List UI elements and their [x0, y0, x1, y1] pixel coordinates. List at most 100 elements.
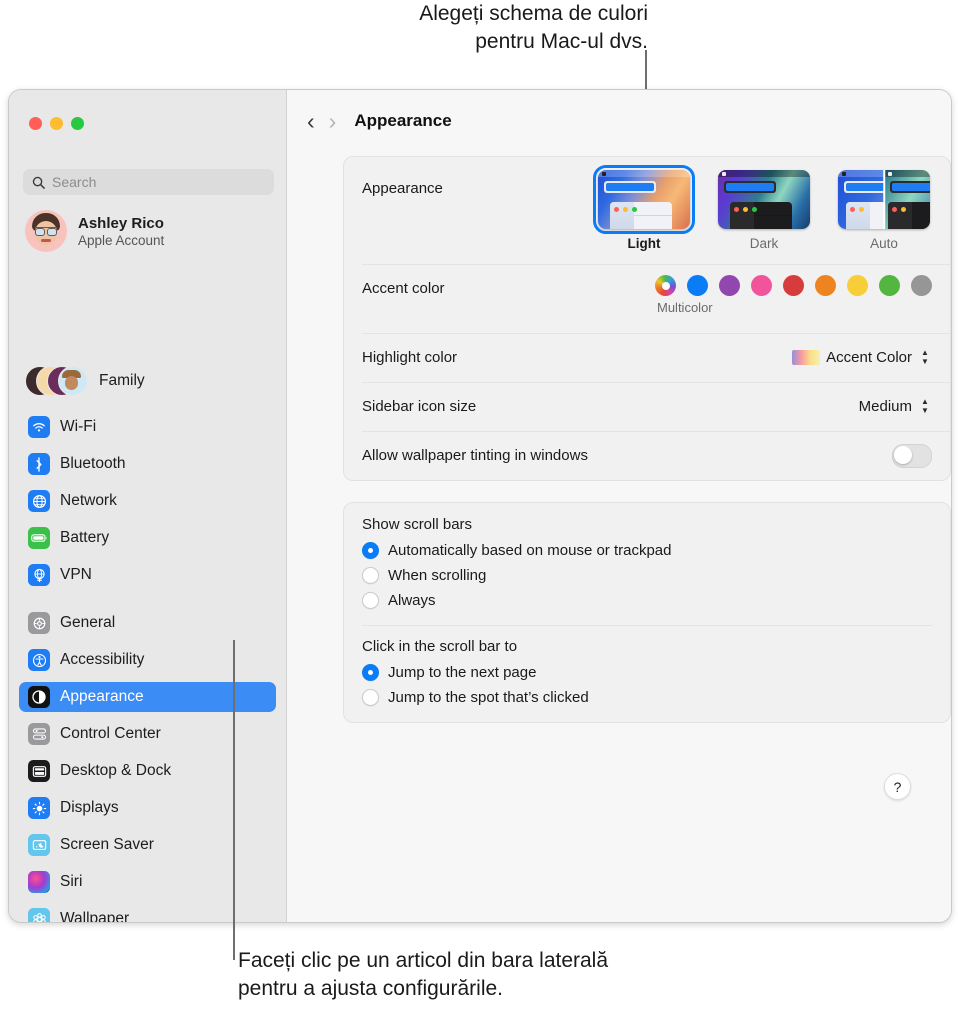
brightness-icon: [28, 797, 50, 819]
wallpaper-tinting-label: Allow wallpaper tinting in windows: [362, 447, 892, 464]
chevron-left-icon[interactable]: ‹: [307, 110, 315, 133]
radio-button: [362, 689, 379, 706]
radio-click-jump-to-spot[interactable]: Jump to the spot that’s clicked: [362, 685, 932, 710]
appearance-option-auto[interactable]: Auto: [836, 170, 932, 251]
sidebar-item-label: Accessibility: [60, 651, 144, 669]
radio-label: When scrolling: [388, 567, 486, 584]
sidebar-item-label: Bluetooth: [60, 455, 126, 473]
network-globe-icon: [28, 490, 50, 512]
sidebar-icon-size-row: Sidebar icon size Medium ▲▼: [344, 382, 950, 431]
sidebar-item-label: Displays: [60, 799, 119, 817]
highlight-color-swatch: [792, 350, 820, 365]
sidebar-item-wifi[interactable]: Wi-Fi: [19, 412, 276, 442]
sidebar-item-label: Battery: [60, 529, 109, 547]
sidebar-item-appearance[interactable]: Appearance: [19, 682, 276, 712]
show-scroll-bars-title: Show scroll bars: [362, 516, 932, 533]
sidebar-item-label: Wi-Fi: [60, 418, 96, 436]
search-input[interactable]: Search: [23, 169, 274, 195]
radio-click-jump-next-page[interactable]: Jump to the next page: [362, 660, 932, 685]
accent-swatch-multicolor[interactable]: [655, 275, 676, 296]
sidebar-item-desktop-dock[interactable]: Desktop & Dock: [19, 756, 276, 786]
gear-icon: [28, 612, 50, 634]
wifi-icon: [28, 416, 50, 438]
sidebar-item-label: Screen Saver: [60, 836, 154, 854]
sidebar-item-apple-account[interactable]: Ashley Rico Apple Account: [25, 210, 270, 252]
sidebar-item-screen-saver[interactable]: Screen Saver: [19, 830, 276, 860]
light-theme-thumbnail: [598, 170, 690, 229]
bluetooth-icon: [28, 453, 50, 475]
accent-swatch-orange[interactable]: [815, 275, 836, 296]
accent-color-label: Accent color: [362, 275, 655, 297]
sidebar-item-displays[interactable]: Displays: [19, 793, 276, 823]
avatar: [25, 210, 67, 252]
control-center-icon: [28, 723, 50, 745]
sidebar-item-accessibility[interactable]: Accessibility: [19, 645, 276, 675]
zoom-button[interactable]: [71, 117, 84, 130]
appearance-option-label: Light: [628, 236, 661, 251]
radio-label: Jump to the next page: [388, 664, 536, 681]
radio-show-scrollbars-automatic[interactable]: Automatically based on mouse or trackpad: [362, 538, 932, 563]
auto-theme-thumbnail: [838, 170, 930, 229]
wallpaper-tinting-row: Allow wallpaper tinting in windows: [344, 431, 950, 480]
accent-swatch-blue[interactable]: [687, 275, 708, 296]
family-avatars: [25, 366, 87, 396]
sidebar-item-label: General: [60, 614, 115, 632]
callout-bottom-leader-line: [233, 640, 235, 960]
accent-color-selected-label: Multicolor: [655, 300, 713, 315]
appearance-option-label: Auto: [870, 236, 898, 251]
account-subtitle: Apple Account: [78, 233, 164, 248]
close-button[interactable]: [29, 117, 42, 130]
accent-swatch-pink[interactable]: [751, 275, 772, 296]
dark-theme-thumbnail: [718, 170, 810, 229]
highlight-color-select[interactable]: Accent Color ▲▼: [792, 347, 932, 369]
sidebar-item-bluetooth[interactable]: Bluetooth: [19, 449, 276, 479]
sidebar-item-family[interactable]: Family: [25, 366, 145, 396]
radio-button: [362, 664, 379, 681]
sidebar-item-vpn[interactable]: VPN: [19, 560, 276, 590]
chevron-right-icon[interactable]: ›: [329, 110, 337, 133]
accent-color-swatches: [655, 275, 932, 296]
appearance-options: Light Dark: [596, 170, 932, 251]
accent-swatch-red[interactable]: [783, 275, 804, 296]
wallpaper-tinting-toggle[interactable]: [892, 444, 932, 468]
accessibility-icon: [28, 649, 50, 671]
radio-show-scrollbars-always[interactable]: Always: [362, 588, 932, 613]
show-scroll-bars-group: Show scroll bars Automatically based on …: [344, 503, 950, 625]
radio-label: Jump to the spot that’s clicked: [388, 689, 589, 706]
accent-swatch-purple[interactable]: [719, 275, 740, 296]
radio-show-scrollbars-when-scrolling[interactable]: When scrolling: [362, 563, 932, 588]
accent-swatch-yellow[interactable]: [847, 275, 868, 296]
sidebar-nav: Wi-Fi Bluetooth Network Battery: [19, 412, 276, 923]
sidebar-item-label: Network: [60, 492, 117, 510]
accent-swatch-graphite[interactable]: [911, 275, 932, 296]
callout-bottom-text: Faceți clic pe un articol din bara later…: [238, 947, 778, 1003]
sidebar-item-label: Appearance: [60, 688, 144, 706]
sidebar-item-label: Control Center: [60, 725, 161, 743]
sidebar-item-wallpaper[interactable]: Wallpaper: [19, 904, 276, 923]
search-placeholder: Search: [52, 174, 96, 190]
appearance-option-light[interactable]: Light: [596, 170, 692, 251]
vpn-icon: [28, 564, 50, 586]
sidebar-item-network[interactable]: Network: [19, 486, 276, 516]
account-name: Ashley Rico: [78, 215, 164, 232]
sidebar-item-control-center[interactable]: Control Center: [19, 719, 276, 749]
sidebar-item-siri[interactable]: Siri: [19, 867, 276, 897]
radio-button: [362, 542, 379, 559]
toolbar: ‹ › Appearance: [287, 90, 951, 152]
accent-swatch-green[interactable]: [879, 275, 900, 296]
click-scroll-bar-group: Click in the scroll bar to Jump to the n…: [344, 625, 950, 722]
sidebar-icon-size-select[interactable]: Medium ▲▼: [859, 396, 932, 418]
content-pane: ‹ › Appearance Appearance: [287, 90, 951, 922]
highlight-color-label: Highlight color: [362, 349, 792, 366]
minimize-button[interactable]: [50, 117, 63, 130]
appearance-option-dark[interactable]: Dark: [716, 170, 812, 251]
help-button[interactable]: ?: [884, 773, 911, 800]
sidebar-icon-size-label: Sidebar icon size: [362, 398, 859, 415]
page-title: Appearance: [354, 111, 451, 131]
sidebar-item-general[interactable]: General: [19, 608, 276, 638]
sidebar-item-label: Family: [99, 372, 145, 390]
sidebar-icon-size-value: Medium: [859, 398, 912, 415]
sidebar-item-battery[interactable]: Battery: [19, 523, 276, 553]
appearance-label: Appearance: [362, 170, 596, 197]
system-settings-window: Search Ashley Rico Apple Account Family: [8, 89, 952, 923]
